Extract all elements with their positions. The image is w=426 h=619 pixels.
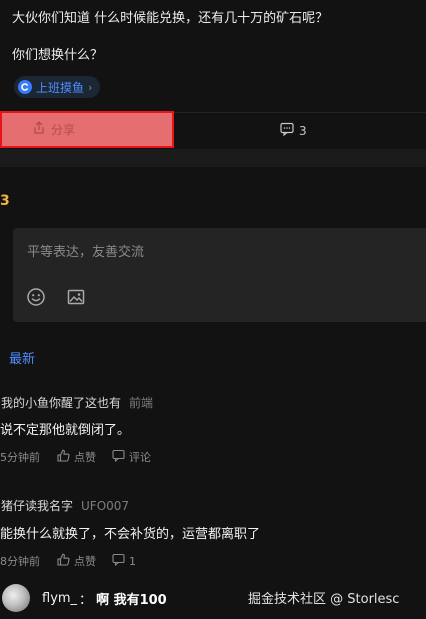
danmaku-separator: ： bbox=[79, 592, 93, 608]
comment-body: 说不定那他就倒闭了。 bbox=[0, 423, 131, 438]
image-upload-icon[interactable] bbox=[67, 288, 85, 310]
topic-c-icon bbox=[18, 80, 32, 94]
comment-button[interactable]: 3 bbox=[280, 121, 307, 140]
like-label: 点赞 bbox=[74, 451, 96, 464]
comment-icon bbox=[112, 449, 125, 465]
watermark: 掘金技术社区 @ Storlesc bbox=[248, 592, 400, 607]
thumbs-up-icon bbox=[57, 553, 70, 569]
share-icon bbox=[32, 120, 46, 139]
sort-tab-latest[interactable]: 最新 bbox=[9, 348, 35, 367]
reply-button[interactable]: 评论 bbox=[112, 449, 151, 465]
comment-meta: 5分钟前 点赞 评论 bbox=[0, 449, 151, 465]
danmaku-user: flym_ bbox=[42, 590, 78, 606]
reply-count: 1 bbox=[129, 554, 136, 568]
comment-header: 我的小鱼你醒了这也有 前端 bbox=[1, 392, 153, 411]
comment-time: 8分钟前 bbox=[0, 555, 40, 568]
comment-author-title: 前端 bbox=[129, 396, 154, 410]
topic-tag[interactable]: 上班摸鱼 › bbox=[14, 76, 101, 98]
comment-icon bbox=[280, 121, 294, 140]
comment-count: 3 bbox=[299, 123, 307, 138]
topic-label: 上班摸鱼 bbox=[36, 80, 85, 95]
share-button[interactable]: 分享 bbox=[0, 111, 174, 148]
comment-meta: 8分钟前 点赞 1 bbox=[0, 553, 136, 569]
avatar[interactable] bbox=[2, 584, 30, 612]
comment-header: 猪仔读我名字 UFO007 bbox=[1, 495, 129, 514]
comment-author[interactable]: 我的小鱼你醒了这也有 bbox=[1, 396, 121, 410]
comments-heading-count: 3 bbox=[0, 193, 10, 209]
like-label: 点赞 bbox=[74, 555, 96, 568]
thumbs-up-icon bbox=[57, 449, 70, 465]
reply-label: 评论 bbox=[129, 451, 151, 464]
post-text-line-2: 你们想换什么？ bbox=[12, 48, 104, 63]
comment-author[interactable]: 猪仔读我名字 bbox=[1, 499, 73, 513]
emoji-icon[interactable] bbox=[26, 287, 46, 311]
comment-author-title: UFO007 bbox=[81, 499, 130, 513]
comment-input-placeholder[interactable]: 平等表达，友善交流 bbox=[27, 241, 144, 260]
reply-button[interactable]: 1 bbox=[112, 553, 136, 569]
comment-icon bbox=[112, 553, 125, 569]
like-button[interactable]: 点赞 bbox=[57, 449, 96, 465]
post-text-line-1: 大伙你们知道 什么时候能兑换，还有几十万的矿石呢？ bbox=[12, 11, 329, 26]
danmaku-message: 啊 我有100 bbox=[96, 592, 167, 608]
section-divider bbox=[0, 149, 426, 167]
comment-body: 能换什么就换了，不会补货的，运营都离职了 bbox=[0, 527, 261, 542]
like-button[interactable]: 点赞 bbox=[57, 553, 96, 569]
share-label: 分享 bbox=[51, 123, 76, 137]
chevron-right-icon: › bbox=[88, 80, 93, 94]
comment-time: 5分钟前 bbox=[0, 451, 40, 464]
